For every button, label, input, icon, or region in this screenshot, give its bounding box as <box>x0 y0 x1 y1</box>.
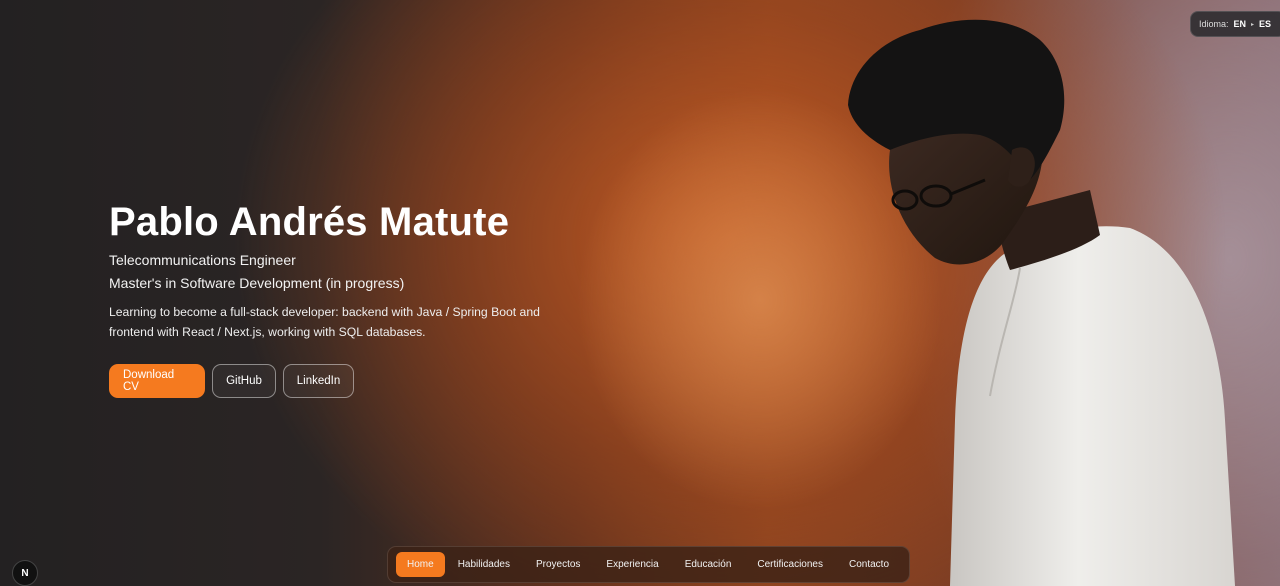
nav-item-certificaciones[interactable]: Certificaciones <box>744 552 836 577</box>
nextjs-badge-icon[interactable]: N <box>12 560 38 586</box>
download-cv-button[interactable]: Download CV <box>109 364 205 398</box>
linkedin-button[interactable]: LinkedIn <box>283 364 354 398</box>
nav-item-contacto[interactable]: Contacto <box>836 552 902 577</box>
hero-subtitle-masters: Master's in Software Development (in pro… <box>109 275 405 291</box>
nav-item-home[interactable]: Home <box>396 552 445 577</box>
hero-subtitle-degree: Telecommunications Engineer <box>109 252 296 268</box>
nav-item-habilidades[interactable]: Habilidades <box>445 552 523 577</box>
hero-actions: Download CV GitHub LinkedIn <box>109 364 354 398</box>
language-switcher: Idioma: EN ▸ ES <box>1189 11 1280 37</box>
nav-item-proyectos[interactable]: Proyectos <box>523 552 593 577</box>
nav-item-experiencia[interactable]: Experiencia <box>593 552 671 577</box>
bottom-nav: Home Habilidades Proyectos Experiencia E… <box>387 546 910 583</box>
nav-item-educacion[interactable]: Educación <box>672 552 745 577</box>
hero-name: Pablo Andrés Matute <box>109 200 510 244</box>
language-option-es[interactable]: ES <box>1259 19 1271 29</box>
hero-description: Learning to become a full-stack develope… <box>109 305 540 339</box>
github-button[interactable]: GitHub <box>212 364 276 398</box>
language-separator-icon: ▸ <box>1250 21 1254 28</box>
language-label: Idioma: <box>1198 19 1229 29</box>
hero-section: Pablo Andrés Matute Telecommunications E… <box>109 196 579 342</box>
language-option-en[interactable]: EN <box>1233 19 1246 29</box>
